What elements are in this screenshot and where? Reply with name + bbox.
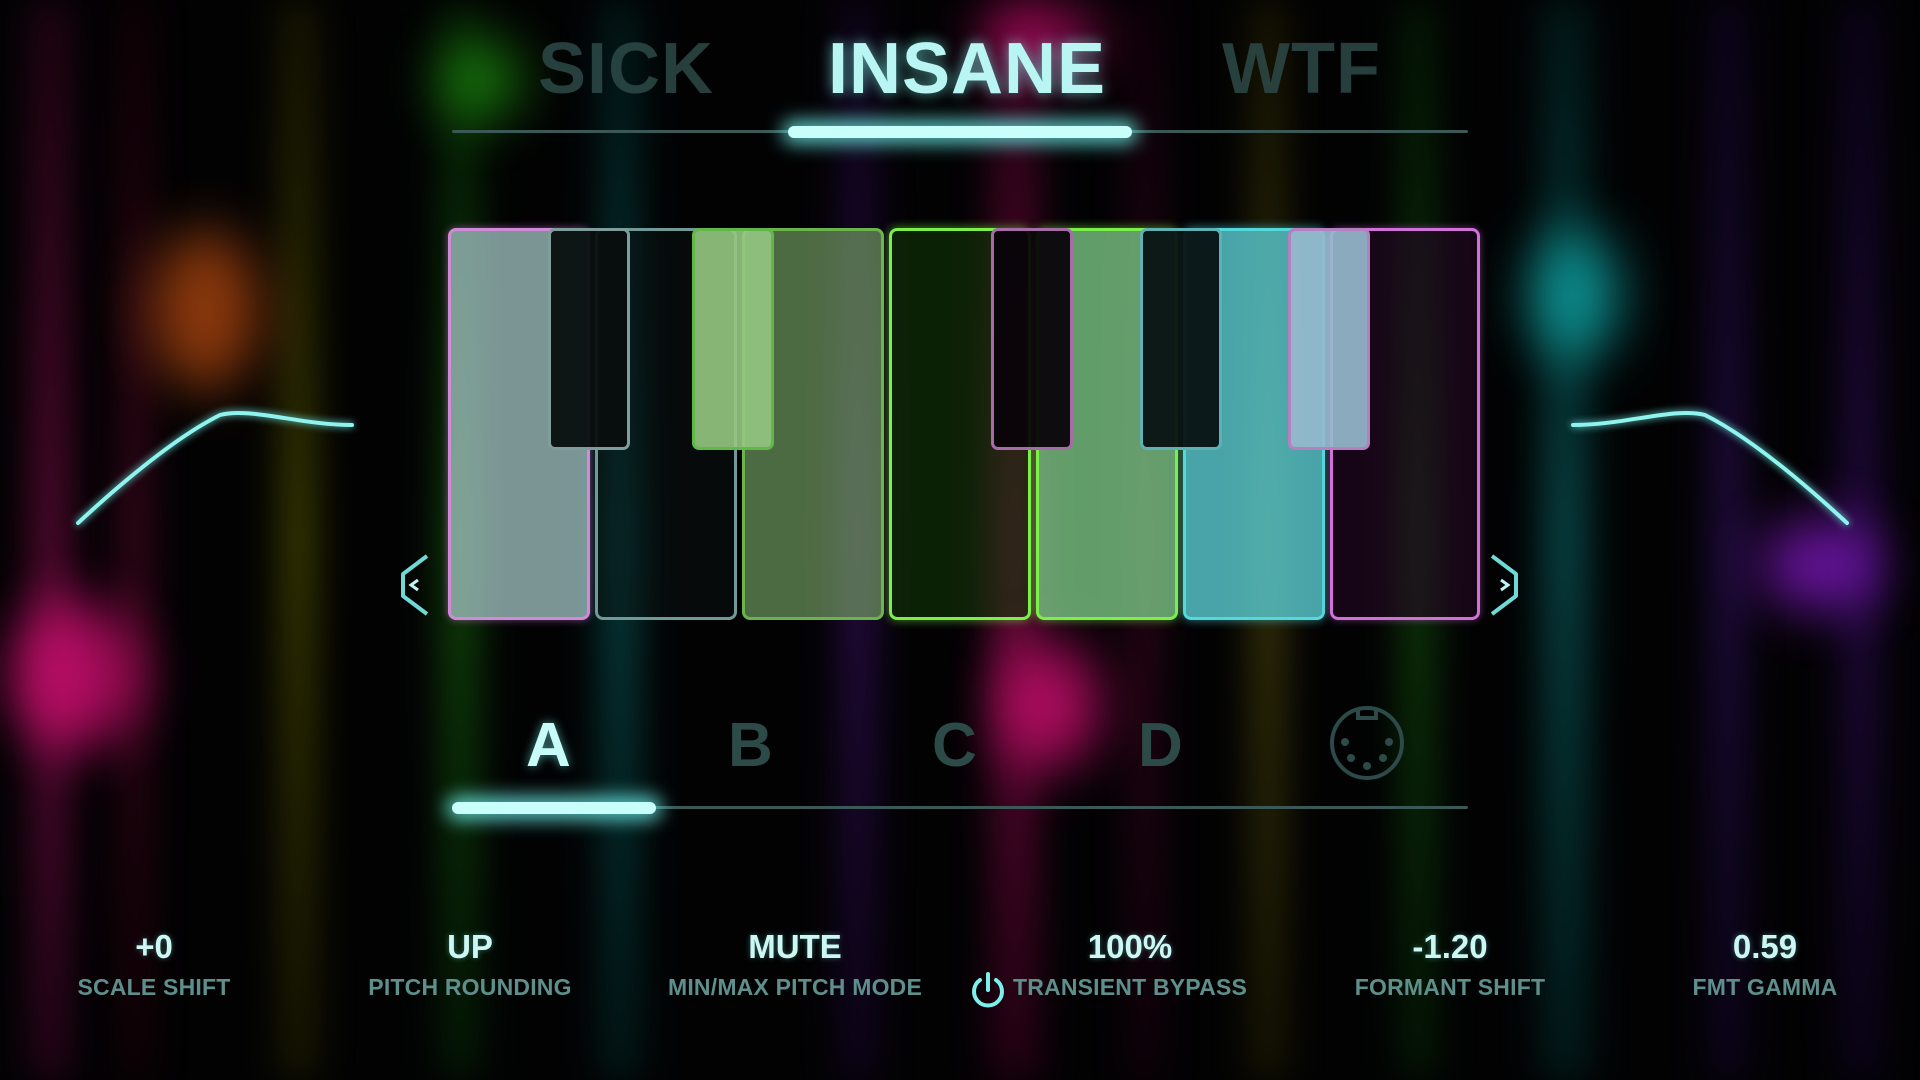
black-key-c-sharp[interactable] (548, 228, 630, 450)
chevron-right-icon[interactable] (1488, 552, 1522, 618)
bg-column (1540, 0, 1590, 1080)
black-key-g-sharp[interactable] (1140, 228, 1222, 450)
param-scale-shift[interactable]: +0 SCALE SHIFT (54, 928, 254, 1001)
bg-column (1710, 0, 1746, 1080)
chevron-left-icon[interactable] (397, 552, 431, 618)
transient-bypass-label: TRANSIENT BYPASS (1012, 974, 1248, 1000)
bg-column (120, 0, 150, 1080)
black-key-f-sharp[interactable] (991, 228, 1073, 450)
min-max-pitch-mode-value: MUTE (748, 928, 842, 965)
scale-shift-value: +0 (135, 928, 173, 965)
midi-icon[interactable] (1328, 704, 1406, 782)
fmt-gamma-value: 0.59 (1732, 928, 1798, 965)
piano-keyboard (440, 228, 1480, 628)
param-min-max-pitch-mode[interactable]: MUTE MIN/MAX PITCH MODE (655, 928, 935, 1001)
tab-insane[interactable]: INSANE (828, 28, 1106, 110)
formant-shift-value: -1.20 (1412, 928, 1488, 965)
bg-blob (1000, 640, 1100, 770)
left-curve-graph (76, 410, 354, 525)
plugin-window: SICK INSANE WTF A B C D +0 SCALE SHIFT U… (0, 0, 1920, 1080)
bg-blob (1530, 230, 1620, 360)
bg-blob (440, 40, 520, 120)
bg-blob (10, 600, 140, 750)
mode-tab-indicator (788, 126, 1132, 138)
black-key-a-sharp[interactable] (1288, 228, 1370, 450)
bg-column (280, 0, 316, 1080)
right-curve-graph (1571, 410, 1849, 525)
pitch-rounding-label: PITCH ROUNDING (368, 974, 572, 1000)
formant-shift-label: FORMANT SHIFT (1354, 974, 1546, 1000)
tab-sick[interactable]: SICK (538, 28, 714, 110)
black-key-d-sharp[interactable] (692, 228, 774, 450)
transient-bypass-value: 100% (1087, 928, 1173, 965)
slot-tab-c[interactable]: C (932, 710, 977, 781)
bg-blob (150, 230, 260, 390)
slot-tab-indicator (452, 802, 656, 814)
param-formant-shift[interactable]: -1.20 FORMANT SHIFT (1340, 928, 1560, 1001)
slot-tab-d[interactable]: D (1138, 710, 1183, 781)
param-fmt-gamma[interactable]: 0.59 FMT GAMMA (1670, 928, 1860, 1001)
bg-column (30, 0, 70, 1080)
pitch-rounding-value: UP (447, 928, 493, 965)
scale-shift-label: SCALE SHIFT (77, 974, 231, 1000)
param-pitch-rounding[interactable]: UP PITCH ROUNDING (350, 928, 590, 1001)
tab-wtf[interactable]: WTF (1222, 28, 1381, 110)
fmt-gamma-label: FMT GAMMA (1692, 974, 1838, 1000)
slot-tab-b[interactable]: B (728, 710, 773, 781)
param-transient-bypass[interactable]: 100% TRANSIENT BYPASS (1000, 928, 1260, 1001)
min-max-pitch-mode-label: MIN/MAX PITCH MODE (667, 974, 923, 1000)
slot-tab-a[interactable]: A (526, 710, 571, 781)
